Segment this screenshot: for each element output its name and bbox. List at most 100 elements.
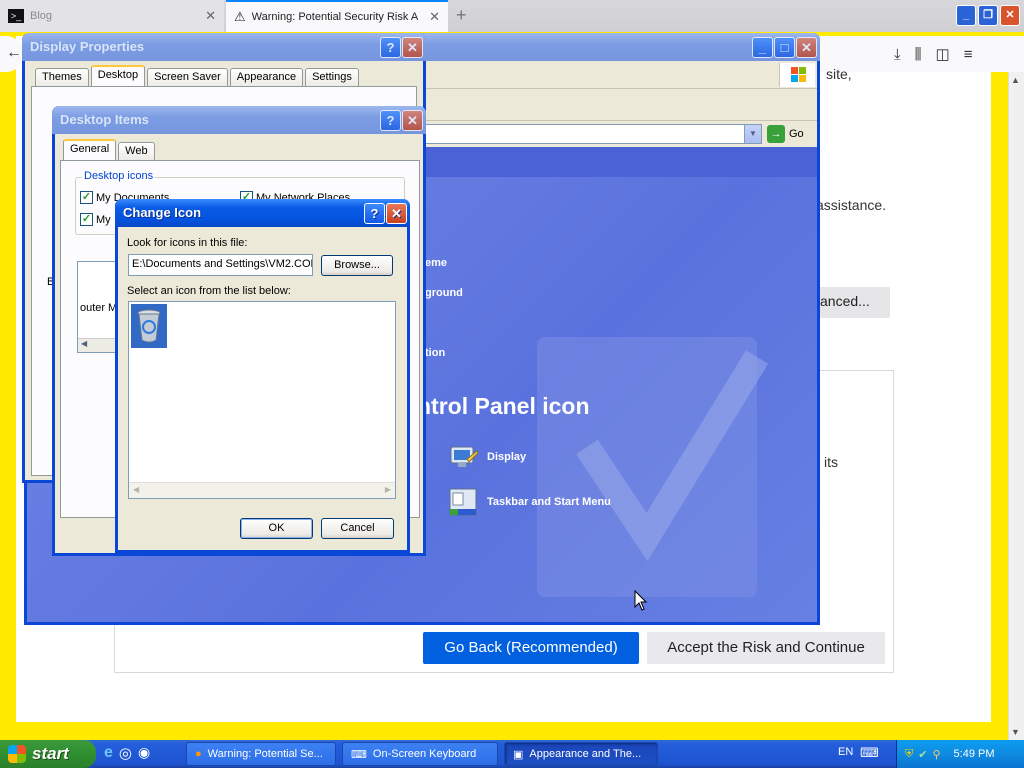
help-icon[interactable]: ?	[380, 110, 401, 131]
change-icon-dialog: Change Icon ? ✕ Look for icons in this f…	[115, 199, 410, 553]
start-label: start	[32, 744, 69, 763]
checkbox-label: My	[96, 213, 111, 226]
display-item[interactable]: Display	[447, 441, 526, 473]
window-title: Change Icon	[123, 205, 202, 220]
tab-settings[interactable]: Settings	[305, 68, 359, 86]
taskbar-button-control-panel[interactable]: ▣ Appearance and The...	[504, 742, 658, 766]
taskbar: start e ◎ ◉ ● Warning: Potential Se... ⌨…	[0, 740, 1024, 768]
tab-appearance[interactable]: Appearance	[229, 68, 304, 86]
scroll-right-icon[interactable]: ▶	[385, 485, 391, 494]
quick-launch: e ◎ ◉	[104, 744, 150, 762]
warning-icon: ⚠	[234, 9, 246, 24]
download-icon[interactable]: ⤓	[894, 46, 901, 63]
control-panel-icon: ▣	[513, 748, 524, 761]
scroll-down-icon[interactable]: ▼	[1011, 727, 1020, 737]
page-scrollbar[interactable]: ▲ ▼	[1008, 72, 1024, 740]
firefox-icon: ●	[195, 748, 202, 760]
icon-file-path-field[interactable]: E:\Documents and Settings\VM2.COL	[128, 254, 313, 276]
terminal-icon: >_	[8, 9, 24, 23]
pick-icon-heading: ntrol Panel icon	[417, 393, 590, 419]
windows-logo-icon	[779, 63, 815, 87]
close-icon[interactable]: ✕	[386, 203, 407, 224]
tab-blog[interactable]: >_ Blog ✕	[0, 0, 224, 32]
search-icon[interactable]: ⚲	[932, 748, 940, 761]
windows-media-icon[interactable]: ◎	[119, 744, 132, 762]
window-title: Desktop Items	[60, 112, 149, 127]
go-back-button[interactable]: Go Back (Recommended)	[423, 632, 639, 664]
taskbar-button-osk[interactable]: ⌨ On-Screen Keyboard	[342, 742, 498, 766]
tab-warning[interactable]: ⚠ Warning: Potential Security Risk Ah ✕	[226, 0, 448, 32]
menu-icon[interactable]: ≡	[964, 46, 973, 63]
close-icon[interactable]: ✕	[796, 37, 817, 58]
security-shield-icon[interactable]: ⛨	[905, 748, 913, 761]
select-icon-label: Select an icon from the list below:	[127, 285, 291, 297]
cancel-button[interactable]: Cancel	[321, 518, 394, 539]
language-indicator[interactable]: EN	[838, 746, 853, 758]
desktop-items-titlebar[interactable]: Desktop Items ? ✕	[52, 106, 426, 134]
page-text-fragment: assistance.	[816, 197, 887, 213]
new-tab-icon[interactable]: +	[456, 5, 467, 26]
display-properties-titlebar[interactable]: Display Properties ? ✕	[22, 33, 426, 61]
help-icon[interactable]: ?	[380, 37, 401, 58]
task-link-fragment[interactable]: tion	[425, 347, 445, 359]
mouse-cursor-icon	[634, 590, 648, 611]
keyboard-layout-icon[interactable]: ⌨	[860, 745, 879, 761]
start-button[interactable]: start	[0, 740, 96, 768]
taskbar-button-firefox[interactable]: ● Warning: Potential Se...	[186, 742, 336, 766]
close-tab-icon[interactable]: ✕	[205, 8, 216, 24]
tab-themes[interactable]: Themes	[35, 68, 89, 86]
tab-general[interactable]: General	[63, 139, 117, 160]
tab-web[interactable]: Web	[118, 142, 155, 160]
restore-icon[interactable]: ❐	[978, 5, 998, 26]
close-icon[interactable]: ✕	[1000, 5, 1020, 26]
tab-screen-saver[interactable]: Screen Saver	[147, 68, 228, 86]
taskbar-icon	[449, 488, 477, 516]
address-field[interactable]: ▼	[407, 124, 762, 144]
ok-button[interactable]: OK	[240, 518, 313, 539]
look-for-label: Look for icons in this file:	[127, 237, 248, 249]
display-icon	[450, 446, 479, 467]
list-item[interactable]: outer	[80, 302, 105, 314]
scroll-left-icon[interactable]: ◀	[133, 485, 139, 494]
go-button[interactable]: → Go	[767, 124, 811, 144]
advanced-button[interactable]: anced...	[810, 287, 890, 318]
icon-list[interactable]: ◀ ▶	[128, 301, 396, 499]
close-icon[interactable]: ✕	[402, 37, 423, 58]
go-label: Go	[789, 128, 804, 140]
accept-risk-button[interactable]: Accept the Risk and Continue	[647, 632, 885, 664]
maximize-icon[interactable]: □	[774, 37, 795, 58]
dropdown-icon[interactable]: ▼	[744, 125, 761, 143]
windows-flag-icon	[8, 745, 26, 763]
minimize-icon[interactable]: _	[752, 37, 773, 58]
taskbar-button-label: On-Screen Keyboard	[372, 748, 477, 760]
scroll-up-icon[interactable]: ▲	[1011, 75, 1020, 85]
browse-button[interactable]: Browse...	[321, 255, 393, 276]
help-icon[interactable]: ?	[364, 203, 385, 224]
clock[interactable]: 5:49 PM	[954, 748, 995, 760]
library-icon[interactable]: ⫼	[915, 46, 922, 63]
task-link-fragment[interactable]: ground	[425, 287, 463, 299]
taskbar-start-menu-item[interactable]: Taskbar and Start Menu	[447, 486, 611, 518]
show-desktop-icon[interactable]: ◉	[138, 744, 150, 762]
close-tab-icon[interactable]: ✕	[429, 9, 440, 25]
desktop-items-tabs: General Web	[63, 139, 155, 160]
recycle-bin-icon	[137, 309, 161, 343]
tab-desktop[interactable]: Desktop	[90, 65, 146, 86]
sidebar-icon[interactable]: ◫	[936, 45, 950, 63]
taskbar-button-label: Warning: Potential Se...	[207, 748, 323, 760]
internet-explorer-icon[interactable]: e	[104, 744, 113, 762]
minimize-icon[interactable]: _	[956, 5, 976, 26]
task-link-fragment[interactable]: eme	[425, 257, 447, 269]
display-tabs: Themes Desktop Screen Saver Appearance S…	[35, 65, 359, 86]
taskbar-button-label: Appearance and The...	[529, 748, 642, 760]
network-icon[interactable]: ✔	[918, 748, 927, 761]
page-text-fragment: its	[824, 454, 838, 470]
close-icon[interactable]: ✕	[402, 110, 423, 131]
horizontal-scrollbar[interactable]: ◀ ▶	[129, 482, 395, 498]
my-checkbox[interactable]: ✓ My	[80, 213, 111, 226]
display-label: Display	[487, 451, 527, 463]
change-icon-titlebar[interactable]: Change Icon ? ✕	[115, 199, 410, 227]
window-title: Display Properties	[30, 39, 145, 54]
selected-icon-item[interactable]	[131, 304, 167, 348]
tab-bar: >_ Blog ✕ ⚠ Warning: Potential Security …	[0, 0, 1024, 32]
